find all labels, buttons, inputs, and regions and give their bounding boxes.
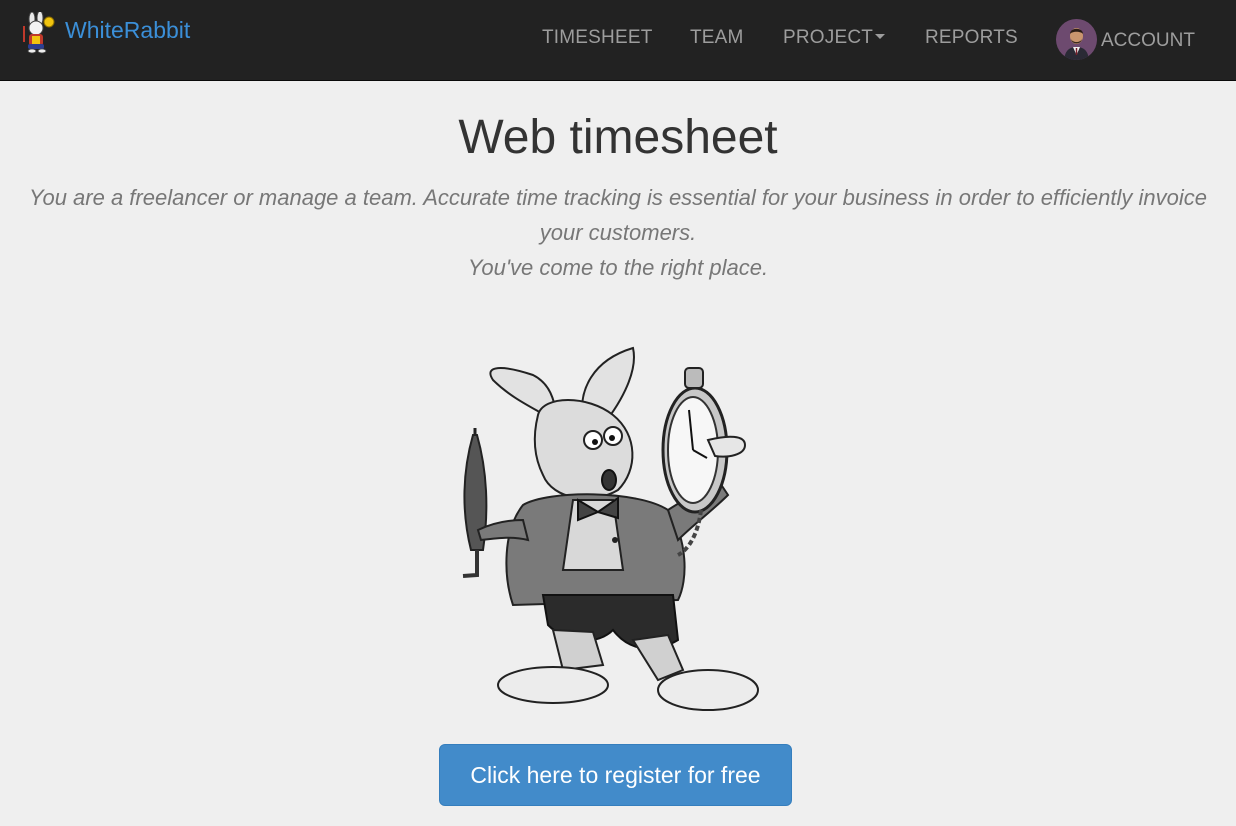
brand-name: WhiteRabbit: [65, 16, 191, 43]
account-menu[interactable]: ACCOUNT: [1056, 19, 1195, 60]
register-button[interactable]: Click here to register for free: [439, 744, 792, 806]
nav-team[interactable]: TEAM: [690, 27, 744, 49]
user-avatar: [1056, 19, 1097, 60]
white-rabbit-logo-icon: [23, 12, 55, 54]
nav-project-dropdown[interactable]: PROJECT: [783, 27, 886, 49]
nav-project-label: PROJECT: [783, 27, 874, 48]
brand-link[interactable]: WhiteRabbit: [18, 12, 190, 54]
page-title: Web timesheet: [458, 111, 778, 164]
nav-timesheet[interactable]: TIMESHEET: [542, 27, 653, 49]
tagline-line-1: You are a freelancer or manage a team. A…: [29, 185, 1207, 210]
tagline-line-2: your customers.: [539, 220, 697, 245]
account-label: ACCOUNT: [1101, 29, 1195, 51]
nav-reports[interactable]: REPORTS: [925, 27, 1018, 49]
tagline: You are a freelancer or manage a team. A…: [0, 180, 1236, 285]
tagline-line-3: You've come to the right place.: [467, 255, 769, 280]
caret-down-icon: [875, 33, 886, 39]
white-rabbit-illustration: [462, 346, 759, 711]
top-navbar: WhiteRabbit TIMESHEET TEAM PROJECT REPOR…: [0, 0, 1236, 81]
